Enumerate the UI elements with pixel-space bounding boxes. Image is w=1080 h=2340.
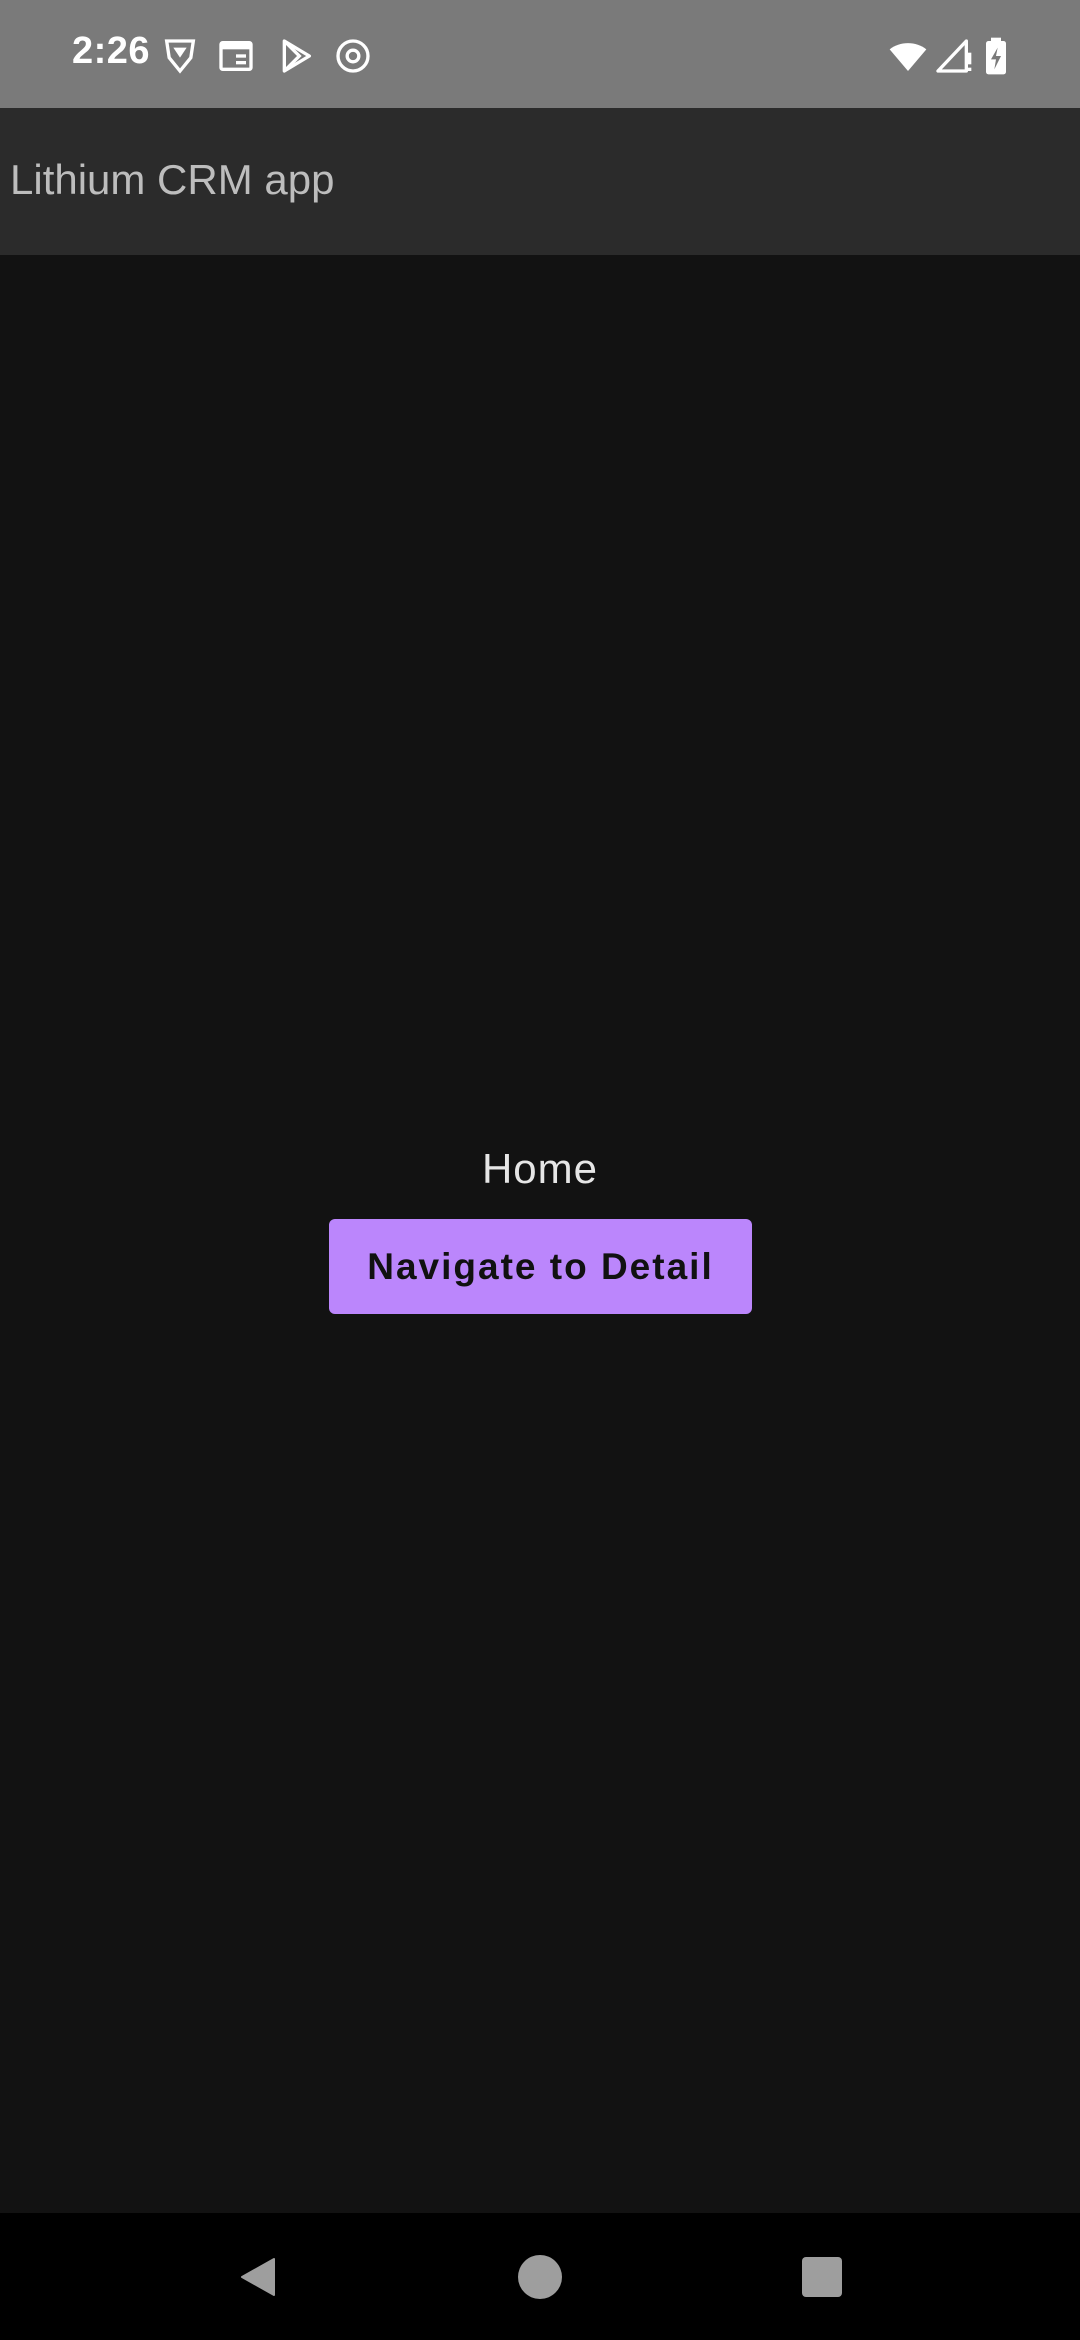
vpn-shield-icon xyxy=(160,36,200,76)
battery-charging-icon xyxy=(976,36,1016,76)
back-icon[interactable] xyxy=(234,2253,282,2301)
status-bar: 2:26 xyxy=(0,0,1080,108)
page-title: Home xyxy=(481,1145,599,1192)
top-app-bar: Lithium CRM app xyxy=(0,108,1080,255)
calendar-icon xyxy=(216,36,256,76)
navigate-to-detail-button[interactable]: Navigate to Detail xyxy=(329,1219,752,1314)
home-icon[interactable] xyxy=(516,2253,564,2301)
play-store-icon xyxy=(276,36,316,76)
threads-icon xyxy=(333,36,373,76)
wifi-icon xyxy=(888,36,928,76)
app-title: Lithium CRM app xyxy=(10,156,335,203)
recents-icon[interactable] xyxy=(798,2253,846,2301)
status-time: 2:26 xyxy=(72,30,151,72)
cellular-signal-icon xyxy=(933,36,973,76)
system-nav-bar xyxy=(0,2213,1080,2340)
main-content: Home Navigate to Detail xyxy=(0,255,1080,2213)
